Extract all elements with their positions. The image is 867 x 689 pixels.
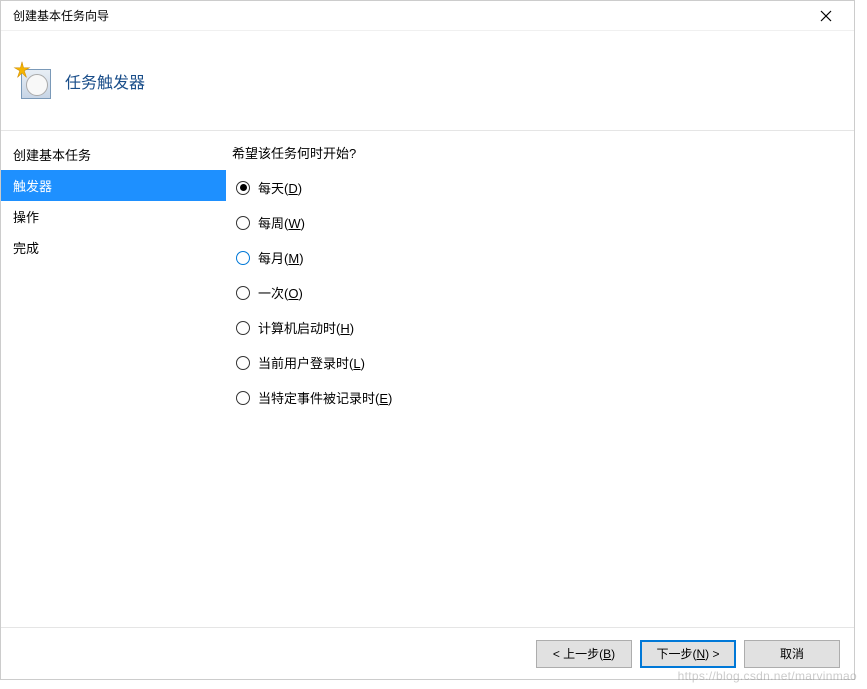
next-button[interactable]: 下一步(N) > xyxy=(640,640,736,668)
close-icon xyxy=(820,10,832,22)
sidebar-item-finish[interactable]: 完成 xyxy=(1,232,226,263)
radio-indicator xyxy=(236,251,250,265)
close-button[interactable] xyxy=(806,2,846,30)
wizard-window: 创建基本任务向导 任务触发器 创建基本任务 触发器 操作 完成 希望该任务何时开… xyxy=(0,0,855,680)
titlebar: 创建基本任务向导 xyxy=(1,1,854,31)
radio-daily[interactable]: 每天(D) xyxy=(236,178,834,197)
wizard-content: 希望该任务何时开始? 每天(D) 每周(W) 每月(M) 一次(O) xyxy=(226,131,854,627)
sidebar-item-trigger[interactable]: 触发器 xyxy=(1,170,226,201)
radio-once[interactable]: 一次(O) xyxy=(236,283,834,302)
radio-label: 每周(W) xyxy=(258,213,305,232)
radio-indicator xyxy=(236,321,250,335)
radio-monthly[interactable]: 每月(M) xyxy=(236,248,834,267)
wizard-footer: < 上一步(B) 下一步(N) > 取消 xyxy=(1,627,854,679)
wizard-header: 任务触发器 xyxy=(1,31,854,131)
radio-label: 计算机启动时(H) xyxy=(258,318,354,337)
trigger-radio-group: 每天(D) 每周(W) 每月(M) 一次(O) 计算机启动时(H) xyxy=(232,178,834,407)
sidebar-item-create-basic-task[interactable]: 创建基本任务 xyxy=(1,139,226,170)
sidebar: 创建基本任务 触发器 操作 完成 xyxy=(1,131,226,627)
wizard-body: 创建基本任务 触发器 操作 完成 希望该任务何时开始? 每天(D) 每周(W) … xyxy=(1,131,854,627)
radio-label: 每天(D) xyxy=(258,178,302,197)
radio-indicator xyxy=(236,391,250,405)
radio-label: 当前用户登录时(L) xyxy=(258,353,365,372)
cancel-button[interactable]: 取消 xyxy=(744,640,840,668)
sidebar-item-action[interactable]: 操作 xyxy=(1,201,226,232)
radio-specific-event[interactable]: 当特定事件被记录时(E) xyxy=(236,388,834,407)
back-button[interactable]: < 上一步(B) xyxy=(536,640,632,668)
radio-label: 一次(O) xyxy=(258,283,303,302)
wizard-clock-icon xyxy=(15,63,51,99)
page-title: 任务触发器 xyxy=(65,69,145,93)
radio-indicator xyxy=(236,181,250,195)
trigger-prompt: 希望该任务何时开始? xyxy=(232,143,834,162)
radio-indicator xyxy=(236,216,250,230)
radio-weekly[interactable]: 每周(W) xyxy=(236,213,834,232)
radio-label: 当特定事件被记录时(E) xyxy=(258,388,392,407)
radio-user-logon[interactable]: 当前用户登录时(L) xyxy=(236,353,834,372)
radio-indicator xyxy=(236,286,250,300)
radio-label: 每月(M) xyxy=(258,248,304,267)
radio-indicator xyxy=(236,356,250,370)
radio-computer-start[interactable]: 计算机启动时(H) xyxy=(236,318,834,337)
window-title: 创建基本任务向导 xyxy=(9,7,109,24)
